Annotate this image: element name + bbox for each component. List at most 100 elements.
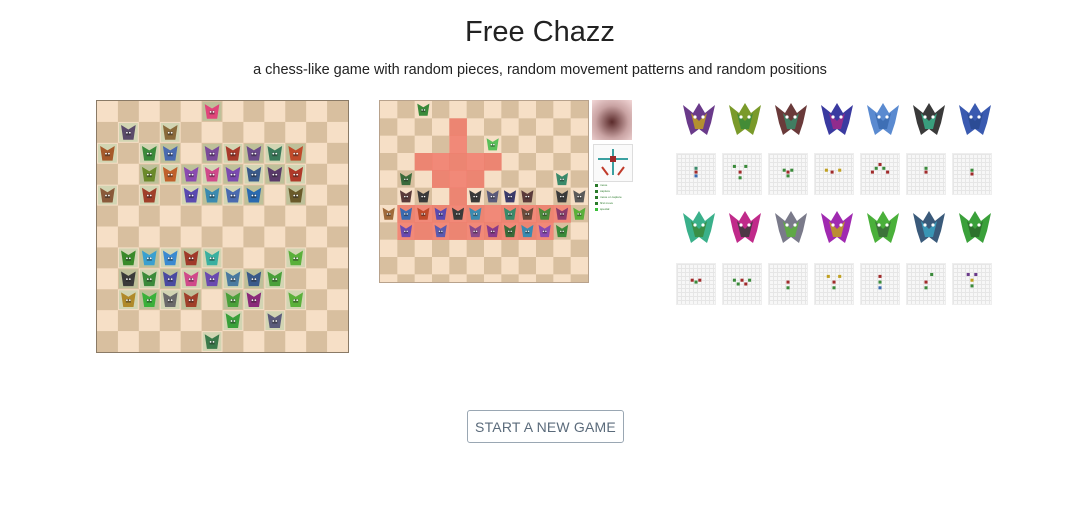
board-square[interactable] (117, 142, 140, 165)
gallery-piece[interactable] (814, 96, 860, 142)
board-square[interactable] (327, 163, 348, 185)
gallery-piece[interactable] (906, 96, 952, 142)
gallery-piece[interactable] (952, 204, 998, 250)
board-square[interactable] (306, 331, 328, 352)
board-square[interactable] (222, 331, 244, 352)
board-square[interactable] (306, 289, 328, 311)
board-square[interactable] (201, 205, 223, 227)
board-square[interactable] (159, 205, 181, 227)
board-square[interactable] (306, 121, 328, 144)
board-square[interactable] (138, 101, 161, 123)
board-square[interactable] (180, 331, 202, 352)
board-square[interactable] (159, 226, 181, 248)
board-square[interactable] (243, 310, 265, 332)
board-square[interactable] (117, 205, 140, 227)
board-square[interactable] (97, 226, 119, 248)
board-square[interactable] (201, 289, 223, 311)
board-square[interactable] (159, 101, 181, 123)
board-square[interactable] (285, 205, 307, 227)
board-square[interactable] (264, 101, 286, 123)
board-square[interactable] (243, 226, 265, 248)
gallery-piece[interactable] (814, 204, 860, 250)
board-square[interactable] (264, 247, 286, 269)
board-square[interactable] (264, 205, 286, 227)
board-square[interactable] (97, 268, 119, 290)
board-square[interactable] (306, 247, 328, 269)
board-square[interactable] (264, 184, 286, 206)
board-square[interactable] (264, 121, 286, 144)
board-square[interactable] (306, 163, 328, 185)
board-square[interactable] (306, 268, 328, 290)
board-square[interactable] (222, 247, 244, 269)
board-square[interactable] (117, 331, 140, 352)
board-square[interactable] (180, 226, 202, 248)
board-square[interactable] (327, 101, 348, 123)
start-new-game-button[interactable]: START A NEW GAME (467, 410, 624, 443)
board-square[interactable] (138, 226, 161, 248)
board-square[interactable] (117, 163, 140, 185)
board-square[interactable] (285, 121, 307, 144)
board-square[interactable] (285, 310, 307, 332)
board-square[interactable] (159, 331, 181, 352)
board-square[interactable] (243, 331, 265, 352)
board-square[interactable] (97, 331, 119, 352)
gallery-piece[interactable] (952, 96, 998, 142)
board-square[interactable] (285, 331, 307, 352)
board-square[interactable] (201, 226, 223, 248)
board-square[interactable] (222, 205, 244, 227)
board-square[interactable] (264, 289, 286, 311)
board-square[interactable] (180, 142, 202, 165)
gallery-piece[interactable] (676, 96, 722, 142)
board-square[interactable] (243, 121, 265, 144)
gallery-piece[interactable] (768, 96, 814, 142)
board-square[interactable] (222, 226, 244, 248)
board-square[interactable] (306, 226, 328, 248)
gallery-piece[interactable] (722, 96, 768, 142)
board-square[interactable] (159, 184, 181, 206)
board-square[interactable] (243, 247, 265, 269)
board-square[interactable] (327, 121, 348, 144)
board-square[interactable] (138, 331, 161, 352)
board-square[interactable] (243, 101, 265, 123)
gallery-piece[interactable] (906, 204, 952, 250)
board-square[interactable] (97, 247, 119, 269)
board-square[interactable] (138, 121, 161, 144)
board-square[interactable] (180, 205, 202, 227)
board-square[interactable] (306, 205, 328, 227)
board-square[interactable] (97, 289, 119, 311)
board-square[interactable] (327, 247, 348, 269)
gallery-piece[interactable] (722, 204, 768, 250)
board-square[interactable] (201, 121, 223, 144)
board-square[interactable] (138, 310, 161, 332)
board-square[interactable] (97, 163, 119, 185)
board-square[interactable] (327, 268, 348, 290)
board-square[interactable] (117, 101, 140, 123)
board-square[interactable] (180, 310, 202, 332)
board-square[interactable] (97, 101, 119, 123)
board-square[interactable] (97, 121, 119, 144)
board-square[interactable] (264, 226, 286, 248)
board-square[interactable] (327, 310, 348, 332)
board-square[interactable] (306, 184, 328, 206)
board-square[interactable] (327, 184, 348, 206)
board-square[interactable] (327, 205, 348, 227)
gallery-piece[interactable] (768, 204, 814, 250)
board-square[interactable] (306, 310, 328, 332)
board-square[interactable] (264, 331, 286, 352)
board-square[interactable] (243, 205, 265, 227)
board-square[interactable] (159, 310, 181, 332)
board-square[interactable] (306, 142, 328, 165)
board-square[interactable] (180, 121, 202, 144)
board-square[interactable] (327, 289, 348, 311)
board-square[interactable] (180, 101, 202, 123)
gallery-piece[interactable] (860, 96, 906, 142)
board-square[interactable] (138, 205, 161, 227)
board-square[interactable] (306, 101, 328, 123)
board-square[interactable] (327, 226, 348, 248)
board-square[interactable] (222, 121, 244, 144)
board-square[interactable] (117, 184, 140, 206)
board-square[interactable] (327, 142, 348, 165)
board-square[interactable] (201, 310, 223, 332)
board-square[interactable] (117, 310, 140, 332)
board-square[interactable] (285, 268, 307, 290)
